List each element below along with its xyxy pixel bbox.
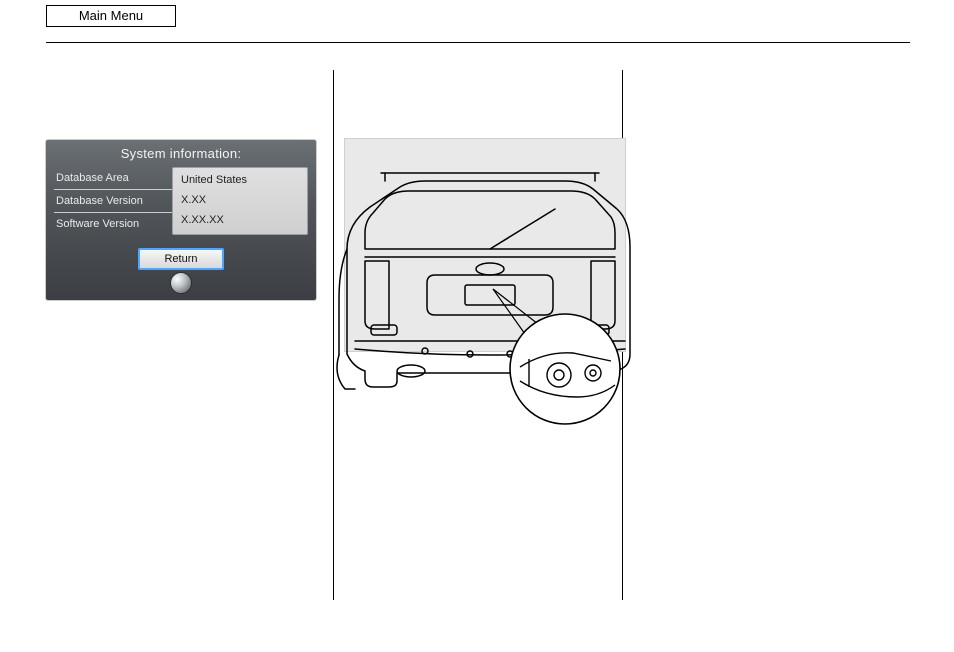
vehicle-rear-svg bbox=[315, 129, 665, 434]
sysinfo-row-value: United States bbox=[181, 170, 299, 190]
system-information-values: United States X.XX X.XX.XX bbox=[172, 167, 308, 235]
page-columns: System information: Database Area Databa… bbox=[46, 70, 910, 590]
system-information-labels: Database Area Database Version Software … bbox=[54, 167, 172, 235]
sysinfo-row-value: X.XX bbox=[181, 190, 299, 210]
column-1: System information: Database Area Databa… bbox=[46, 70, 333, 590]
sysinfo-row-label: Database Area bbox=[54, 167, 172, 190]
return-button[interactable]: Return bbox=[138, 248, 224, 270]
sysinfo-row-label: Software Version bbox=[54, 213, 172, 235]
sysinfo-row-value: X.XX.XX bbox=[181, 210, 299, 230]
rotary-knob-icon[interactable] bbox=[170, 272, 192, 294]
column-2 bbox=[334, 70, 621, 590]
horizontal-rule bbox=[46, 42, 910, 43]
rear-camera-illustration bbox=[344, 138, 626, 352]
return-control: Return bbox=[138, 248, 224, 294]
column-3 bbox=[623, 70, 910, 590]
system-information-title: System information: bbox=[46, 140, 316, 167]
main-menu-button[interactable]: Main Menu bbox=[46, 5, 176, 27]
system-information-panel: System information: Database Area Databa… bbox=[46, 140, 316, 300]
sysinfo-row-label: Database Version bbox=[54, 190, 172, 213]
system-information-body: Database Area Database Version Software … bbox=[46, 167, 316, 235]
